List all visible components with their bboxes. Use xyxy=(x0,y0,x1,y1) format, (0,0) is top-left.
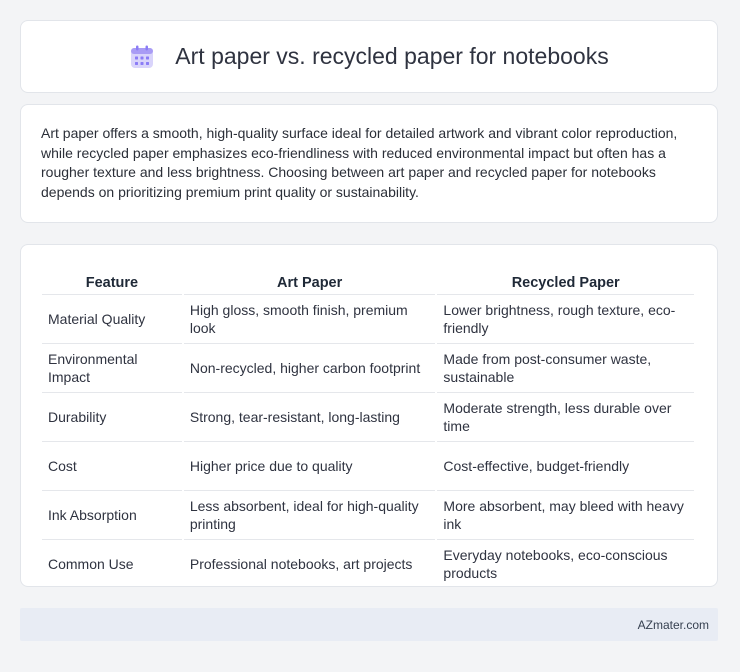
recycled-paper-cell: Everyday notebooks, eco-conscious produc… xyxy=(443,547,668,581)
art-paper-cell: Less absorbent, ideal for high-quality p… xyxy=(183,491,436,540)
header-art-paper: Art Paper xyxy=(183,263,436,295)
table-row: Durability Strong, tear-resistant, long-… xyxy=(42,393,694,442)
table-row: Material Quality High gloss, smooth fini… xyxy=(42,295,694,344)
table-row: Environmental Impact Non-recycled, highe… xyxy=(42,344,694,393)
header-recycled-paper: Recycled Paper xyxy=(437,263,694,295)
title-row: Art paper vs. recycled paper for noteboo… xyxy=(129,43,609,70)
feature-cell: Material Quality xyxy=(42,295,182,344)
feature-cell: Durability xyxy=(42,393,182,442)
comparison-card: Feature Art Paper Recycled Paper Materia… xyxy=(20,244,718,587)
art-paper-cell: High gloss, smooth finish, premium look xyxy=(183,295,436,344)
table-row: Ink Absorption Less absorbent, ideal for… xyxy=(42,491,694,540)
page-title: Art paper vs. recycled paper for noteboo… xyxy=(175,43,609,69)
recycled-paper-cell: Made from post-consumer waste, sustainab… xyxy=(437,344,694,393)
art-paper-cell: Strong, tear-resistant, long-lasting xyxy=(183,393,436,442)
recycled-paper-cell: Lower brightness, rough texture, eco-fri… xyxy=(437,295,694,344)
art-paper-cell: Professional notebooks, art projects xyxy=(189,556,413,572)
comparison-table: Feature Art Paper Recycled Paper Materia… xyxy=(40,263,696,588)
calendar-icon xyxy=(129,44,155,70)
feature-cell: Cost xyxy=(42,442,182,491)
art-paper-cell: Higher price due to quality xyxy=(183,442,436,491)
summary-card: Art paper offers a smooth, high-quality … xyxy=(20,104,718,223)
footer-bar: AZmater.com xyxy=(20,608,718,641)
art-paper-cell: Non-recycled, higher carbon footprint xyxy=(183,344,436,393)
table-header-row: Feature Art Paper Recycled Paper xyxy=(42,263,694,295)
feature-cell: Environmental Impact xyxy=(42,344,182,393)
table-row: Common Use Professional notebooks, art p… xyxy=(42,540,694,588)
summary-text: Art paper offers a smooth, high-quality … xyxy=(41,125,678,200)
feature-cell: Common Use xyxy=(48,556,134,572)
feature-cell: Ink Absorption xyxy=(42,491,182,540)
recycled-paper-cell: Cost-effective, budget-friendly xyxy=(437,442,694,491)
recycled-paper-cell: More absorbent, may bleed with heavy ink xyxy=(437,491,694,540)
header-feature: Feature xyxy=(42,263,182,295)
footer-brand: AZmater.com xyxy=(637,617,709,632)
table-row: Cost Higher price due to quality Cost-ef… xyxy=(42,442,694,491)
recycled-paper-cell: Moderate strength, less durable over tim… xyxy=(437,393,694,442)
title-card: Art paper vs. recycled paper for noteboo… xyxy=(20,20,718,93)
